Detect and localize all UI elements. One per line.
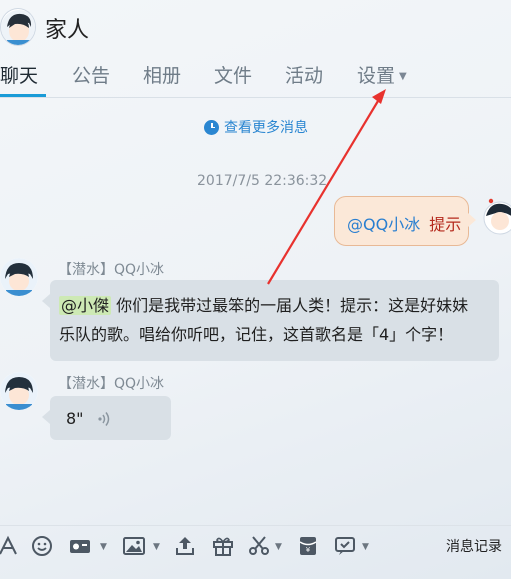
tab-activity[interactable]: 活动 — [285, 61, 323, 88]
emoji-icon[interactable] — [30, 534, 54, 558]
font-icon[interactable] — [0, 534, 20, 558]
mention-tag[interactable]: @小傑 — [59, 296, 112, 315]
chevron-down-icon[interactable]: ▼ — [100, 542, 107, 552]
my-message-bubble[interactable]: @QQ小冰 提示 — [334, 196, 476, 246]
voice-wave-icon — [97, 411, 111, 432]
sender-name: 【潜水】QQ小冰 — [58, 262, 165, 278]
tab-settings[interactable]: 设置 ▼ — [357, 61, 407, 88]
bot-message-bubble[interactable]: @小傑 你们是我带过最笨的一届人类！提示：这是好妹妹 乐队的歌。唱给你听吧，记住… — [42, 280, 499, 361]
bot-message-line: @小傑 你们是我带过最笨的一届人类！提示：这是好妹妹 — [59, 291, 499, 320]
image-icon[interactable] — [122, 534, 146, 558]
tab-files[interactable]: 文件 — [214, 61, 252, 88]
tab-chat[interactable]: 聊天 — [0, 61, 38, 88]
chevron-down-icon[interactable]: ▼ — [153, 542, 160, 552]
input-toolbar: ▼ ▼ ▼ ¥ ▼ 消息记录 — [0, 525, 511, 565]
tab-settings-label: 设置 — [357, 65, 396, 87]
view-more-messages-label: 查看更多消息 — [224, 120, 308, 136]
my-avatar[interactable] — [480, 196, 511, 236]
svg-text:¥: ¥ — [306, 546, 311, 554]
chevron-down-icon: ▼ — [399, 71, 407, 82]
bot-message-text: 乐队的歌。唱给你听吧，记住，这首歌名是「4」个字！ — [59, 325, 454, 344]
chevron-down-icon[interactable]: ▼ — [275, 542, 282, 552]
tab-album[interactable]: 相册 — [143, 61, 181, 88]
bot-avatar[interactable] — [0, 372, 38, 410]
chat-header: 家人 — [0, 0, 511, 56]
view-more-messages-link[interactable]: 查看更多消息 — [204, 117, 308, 137]
bot-message-text: 你们是我带过最笨的一届人类！提示：这是好妹妹 — [111, 296, 469, 315]
tab-bar: 聊天 公告 相册 文件 活动 设置 ▼ — [0, 56, 511, 98]
voice-duration: 8" — [66, 409, 84, 428]
group-avatar[interactable] — [0, 8, 36, 46]
red-packet-icon[interactable]: ¥ — [296, 534, 320, 558]
bot-avatar[interactable] — [0, 258, 38, 296]
sender-name: 【潜水】QQ小冰 — [58, 376, 165, 392]
mention-tag[interactable]: @QQ小冰 — [347, 215, 420, 234]
active-tab-indicator — [0, 94, 46, 97]
screen-share-icon[interactable] — [68, 534, 92, 558]
scissors-icon[interactable] — [247, 534, 271, 558]
bot-icon[interactable] — [333, 534, 357, 558]
gift-icon[interactable] — [211, 534, 235, 558]
message-history-button[interactable]: 消息记录 — [446, 536, 502, 556]
group-title: 家人 — [45, 18, 90, 43]
clock-icon — [204, 119, 219, 135]
message-timestamp: 2017/7/5 22:36:32 — [197, 173, 328, 189]
my-message-text: 提示 — [429, 215, 462, 234]
voice-message-bubble[interactable]: 8" — [42, 396, 171, 440]
upload-icon[interactable] — [173, 534, 197, 558]
chevron-down-icon[interactable]: ▼ — [362, 542, 369, 552]
tab-announcement[interactable]: 公告 — [72, 61, 110, 88]
